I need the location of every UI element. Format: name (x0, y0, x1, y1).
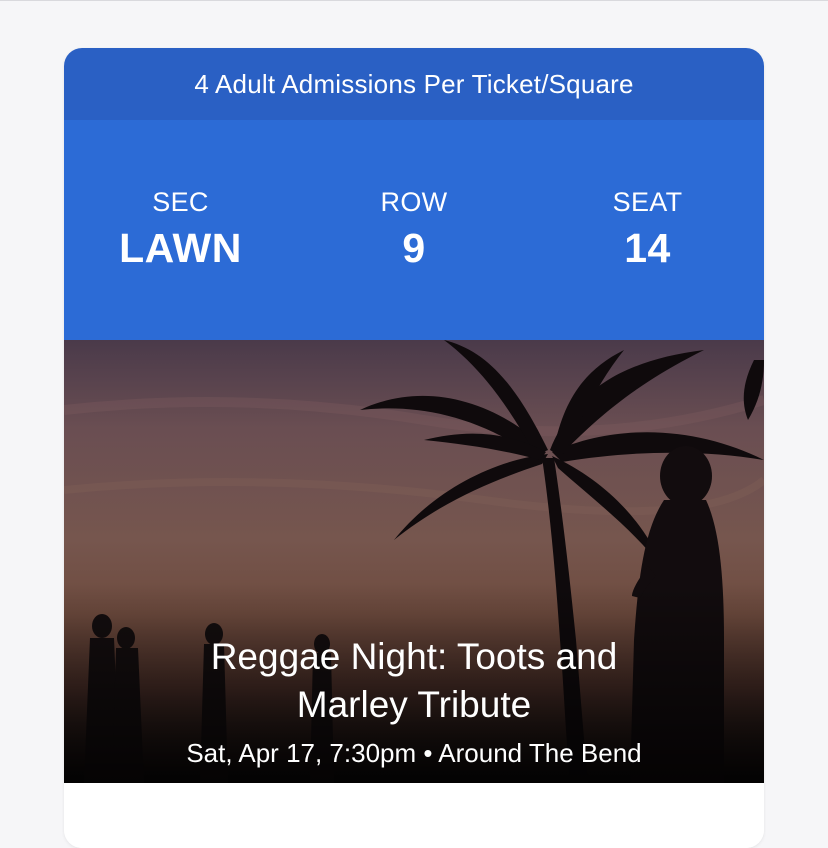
top-divider (0, 0, 828, 1)
section-value: LAWN (119, 225, 242, 271)
ticket-bottom-section (64, 783, 764, 848)
admissions-banner: 4 Adult Admissions Per Ticket/Square (64, 48, 764, 120)
section-label: SEC (152, 187, 209, 217)
seat-info-panel: SEC LAWN ROW 9 SEAT 14 (64, 120, 764, 340)
row-label: ROW (380, 187, 448, 217)
ticket-card[interactable]: 4 Adult Admissions Per Ticket/Square SEC… (64, 48, 764, 848)
event-venue: Around The Bend (438, 738, 642, 768)
section-column: SEC LAWN (64, 120, 297, 272)
row-column: ROW 9 (298, 120, 531, 272)
row-value: 9 (402, 225, 426, 271)
separator-dot: • (423, 738, 433, 768)
event-date-time: Sat, Apr 17, 7:30pm (186, 738, 417, 768)
seat-column: SEAT 14 (531, 120, 764, 272)
seat-value: 14 (624, 225, 671, 271)
event-subtitle: Sat, Apr 17, 7:30pm • Around The Bend (64, 735, 764, 771)
event-details: Reggae Night: Toots and Marley Tribute S… (64, 633, 764, 771)
admissions-text: 4 Adult Admissions Per Ticket/Square (194, 68, 634, 99)
event-hero-image: Reggae Night: Toots and Marley Tribute S… (64, 340, 764, 783)
seat-label: SEAT (612, 187, 683, 217)
event-title: Reggae Night: Toots and Marley Tribute (210, 636, 618, 725)
